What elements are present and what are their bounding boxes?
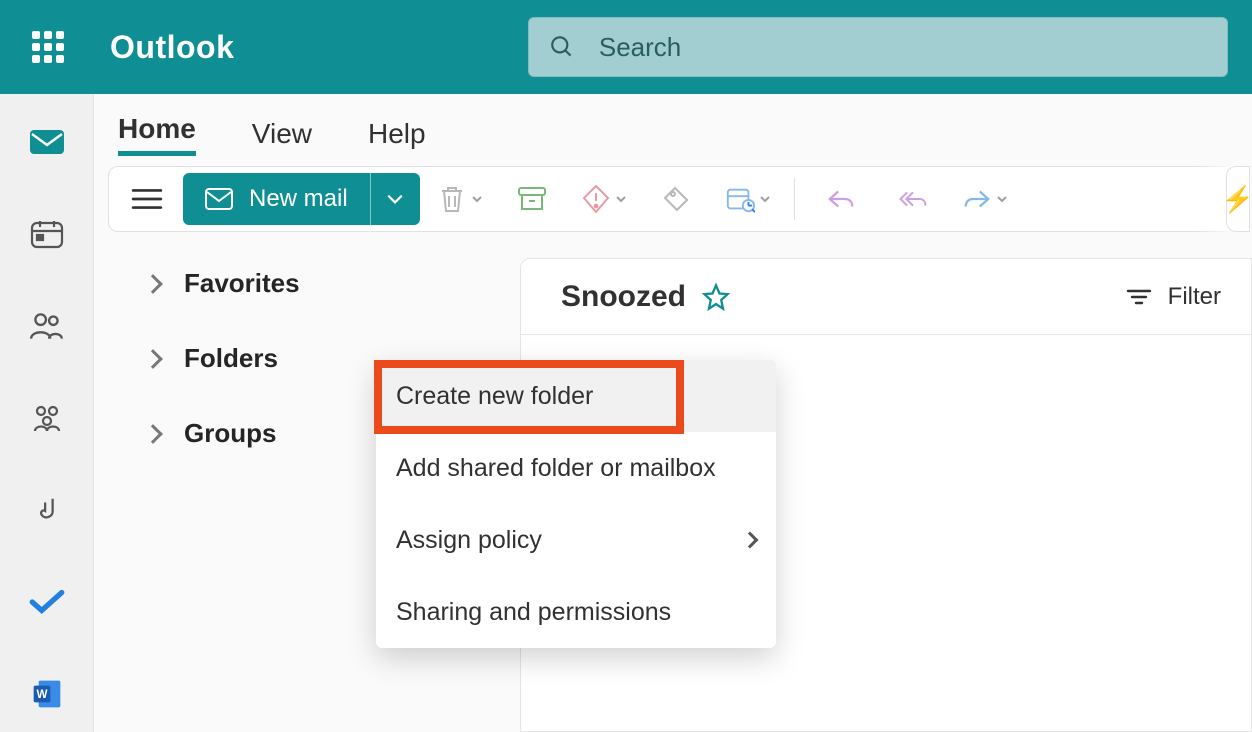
search-icon (549, 33, 575, 61)
app-launcher-icon[interactable] (32, 31, 64, 63)
menu-assign-policy[interactable]: Assign policy (376, 504, 776, 576)
app-name: Outlook (110, 29, 234, 66)
pane-title: Snoozed (561, 280, 686, 314)
bolt-icon: ⚡ (1222, 184, 1252, 215)
chevron-down-icon (996, 190, 1008, 208)
new-mail-label: New mail (249, 185, 348, 213)
folder-favorites[interactable]: Favorites (146, 268, 520, 299)
reply-button[interactable] (809, 184, 873, 214)
filter-button[interactable]: Filter (1126, 283, 1221, 311)
chevron-down-icon (615, 190, 627, 208)
ribbon-tabs: Home View Help (94, 94, 1252, 156)
menu-item-label: Add shared folder or mailbox (396, 454, 716, 483)
folders-context-menu: Create new folder Add shared folder or m… (376, 360, 776, 648)
favorite-star-icon[interactable] (702, 283, 730, 311)
folder-label: Folders (184, 343, 278, 374)
chevron-down-icon (759, 190, 771, 208)
title-bar: Outlook (0, 0, 1252, 94)
search-input[interactable] (599, 32, 1207, 63)
search-box[interactable] (528, 17, 1228, 77)
pane-header: Snoozed Filter (521, 259, 1251, 335)
rail-mail-icon[interactable] (25, 124, 69, 160)
left-rail: W (0, 94, 94, 732)
ribbon-toolbar: New mail (108, 166, 1238, 232)
chevron-right-icon (143, 424, 163, 444)
svg-text:W: W (36, 688, 47, 701)
chevron-right-icon (742, 532, 759, 549)
divider (794, 178, 795, 220)
quick-steps-button[interactable]: ⚡ (1226, 166, 1250, 232)
menu-create-new-folder[interactable]: Create new folder (376, 360, 776, 432)
filter-label: Filter (1168, 283, 1221, 311)
new-mail-dropdown[interactable] (370, 173, 420, 225)
chevron-right-icon (143, 274, 163, 294)
archive-button[interactable] (500, 184, 564, 214)
reply-all-button[interactable] (881, 184, 945, 214)
rail-files-icon[interactable] (25, 492, 69, 528)
menu-item-label: Create new folder (396, 382, 593, 411)
new-mail-button[interactable]: New mail (183, 173, 370, 225)
menu-item-label: Sharing and permissions (396, 598, 671, 627)
forward-button[interactable] (953, 184, 1017, 214)
tab-home[interactable]: Home (118, 113, 196, 156)
folder-label: Groups (184, 418, 276, 449)
rail-calendar-icon[interactable] (25, 216, 69, 252)
chevron-down-icon (471, 190, 483, 208)
tab-help[interactable]: Help (368, 118, 426, 156)
menu-add-shared-folder[interactable]: Add shared folder or mailbox (376, 432, 776, 504)
filter-icon (1126, 287, 1152, 307)
tag-button[interactable] (644, 184, 708, 214)
folder-label: Favorites (184, 268, 300, 299)
rail-groups-icon[interactable] (25, 400, 69, 436)
menu-sharing-permissions[interactable]: Sharing and permissions (376, 576, 776, 648)
rail-word-icon[interactable]: W (25, 676, 69, 712)
tab-view[interactable]: View (252, 118, 312, 156)
menu-item-label: Assign policy (396, 526, 542, 555)
delete-button[interactable] (428, 184, 492, 214)
hamburger-icon[interactable] (119, 187, 175, 211)
snooze-button[interactable] (716, 184, 780, 214)
chevron-right-icon (143, 349, 163, 369)
rail-people-icon[interactable] (25, 308, 69, 344)
rail-todo-icon[interactable] (25, 584, 69, 620)
report-button[interactable] (572, 184, 636, 214)
